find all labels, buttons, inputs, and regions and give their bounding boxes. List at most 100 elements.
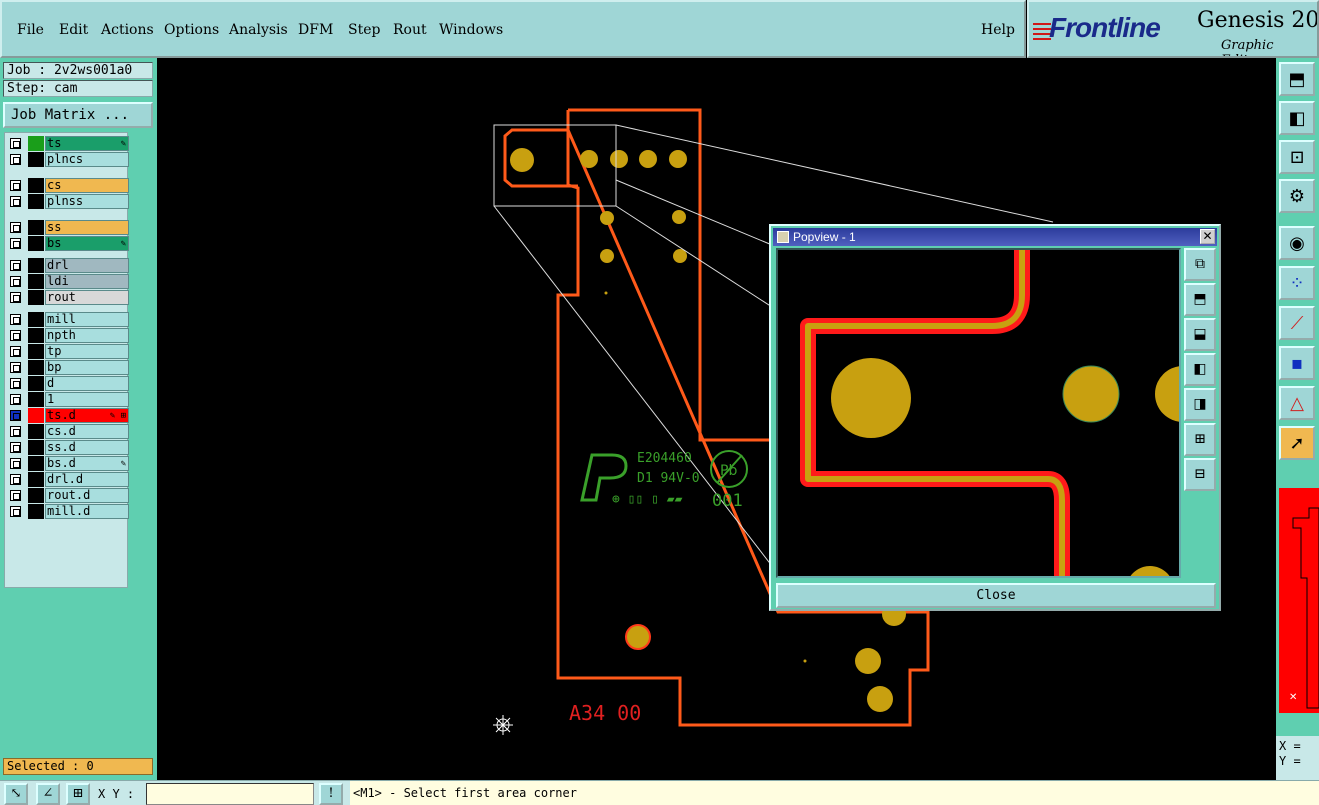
layer-row[interactable]: mill — [8, 312, 129, 327]
menu-edit[interactable]: Edit — [59, 22, 88, 38]
layer-checkbox[interactable] — [10, 490, 21, 501]
layer-color-swatch[interactable] — [28, 440, 44, 455]
net-icon[interactable]: ⁘ — [1279, 266, 1315, 300]
xy-input[interactable] — [146, 783, 314, 805]
menu-actions[interactable]: Actions — [101, 22, 154, 38]
menu-help[interactable]: Help — [981, 22, 1015, 38]
layer-row[interactable]: rout.d — [8, 488, 129, 503]
layer-name[interactable]: mill.d — [45, 504, 129, 519]
layer-down-icon[interactable]: ◧ — [1279, 101, 1315, 135]
pad-icon[interactable]: ▪ — [1279, 346, 1315, 380]
layer-color-swatch[interactable] — [28, 488, 44, 503]
popview-zoom-view[interactable] — [776, 248, 1181, 578]
layer-name[interactable]: ts ✎ — [45, 136, 129, 151]
layer-color-swatch[interactable] — [28, 274, 44, 289]
layer-color-swatch[interactable] — [28, 392, 44, 407]
layer-name[interactable]: rout — [45, 290, 129, 305]
layer-name[interactable]: ts.d ✎ ⊞ — [45, 408, 129, 423]
layer-checkbox[interactable] — [10, 410, 21, 421]
layer-color-swatch[interactable] — [28, 220, 44, 235]
layer-checkbox[interactable] — [10, 238, 21, 249]
layer-name[interactable]: plnss — [45, 194, 129, 209]
job-matrix-button[interactable]: Job Matrix ... — [3, 102, 153, 128]
menu-options[interactable]: Options — [164, 22, 219, 38]
layer-row[interactable]: cs.d — [8, 424, 129, 439]
layer-name[interactable]: bs ✎ — [45, 236, 129, 251]
layer-color-swatch[interactable] — [28, 312, 44, 327]
layer-row[interactable]: bs ✎ — [8, 236, 129, 251]
menu-analysis[interactable]: Analysis — [229, 22, 288, 38]
layer-name[interactable]: ldi — [45, 274, 129, 289]
layer-row[interactable]: bs.d ✎ — [8, 456, 129, 471]
zoom-in-icon[interactable]: ⊞ — [1184, 423, 1216, 456]
layer-row[interactable]: plncs — [8, 152, 129, 167]
pan-up-icon[interactable]: ⬒ — [1184, 283, 1216, 316]
layer-checkbox[interactable] — [10, 180, 21, 191]
drc-icon[interactable]: △ — [1279, 386, 1315, 420]
grid-icon[interactable]: ⊞ — [66, 783, 90, 805]
menu-file[interactable]: File — [17, 22, 44, 38]
layer-checkbox[interactable] — [10, 378, 21, 389]
popview-window[interactable]: Popview - 1 ✕ ⧉ ⬒ ⬓ ◧ ◨ ⊞ ⊟ Close — [769, 224, 1221, 611]
layer-checkbox[interactable] — [10, 222, 21, 233]
layer-checkbox[interactable] — [10, 426, 21, 437]
layer-checkbox[interactable] — [10, 292, 21, 303]
layer-row[interactable]: ss — [8, 220, 129, 235]
layer-row[interactable]: ts ✎ — [8, 136, 129, 151]
layer-checkbox[interactable] — [10, 260, 21, 271]
layer-color-swatch[interactable] — [28, 504, 44, 519]
layer-row[interactable]: mill.d — [8, 504, 129, 519]
layer-row[interactable]: drl.d — [8, 472, 129, 487]
layer-color-swatch[interactable] — [28, 344, 44, 359]
layer-color-swatch[interactable] — [28, 328, 44, 343]
layer-name[interactable]: bs.d ✎ — [45, 456, 129, 471]
layer-checkbox[interactable] — [10, 346, 21, 357]
layer-up-icon[interactable]: ⬒ — [1279, 62, 1315, 96]
layer-color-swatch[interactable] — [28, 152, 44, 167]
layer-checkbox[interactable] — [10, 394, 21, 405]
layer-checkbox[interactable] — [10, 314, 21, 325]
layer-checkbox[interactable] — [10, 442, 21, 453]
layer-checkbox[interactable] — [10, 458, 21, 469]
layer-row[interactable]: tp — [8, 344, 129, 359]
layer-checkbox[interactable] — [10, 330, 21, 341]
layer-name[interactable]: rout.d — [45, 488, 129, 503]
layer-name[interactable]: bp — [45, 360, 129, 375]
layer-color-swatch[interactable] — [28, 424, 44, 439]
zoom-out-icon[interactable]: ⊟ — [1184, 458, 1216, 491]
pan-down-icon[interactable]: ⬓ — [1184, 318, 1216, 351]
menu-windows[interactable]: Windows — [439, 22, 503, 38]
layer-color-swatch[interactable] — [28, 236, 44, 251]
layer-checkbox[interactable] — [10, 196, 21, 207]
layer-name[interactable]: cs — [45, 178, 129, 193]
layer-row[interactable]: ldi — [8, 274, 129, 289]
layer-row[interactable]: bp — [8, 360, 129, 375]
layer-color-swatch[interactable] — [28, 290, 44, 305]
layer-checkbox[interactable] — [10, 506, 21, 517]
layer-checkbox[interactable] — [10, 362, 21, 373]
layer-color-swatch[interactable] — [28, 258, 44, 273]
layer-checkbox[interactable] — [10, 154, 21, 165]
layer-row[interactable]: plnss — [8, 194, 129, 209]
layer-name[interactable]: npth — [45, 328, 129, 343]
layer-color-swatch[interactable] — [28, 376, 44, 391]
angle-icon[interactable]: ∠ — [36, 783, 60, 805]
layer-name[interactable]: tp — [45, 344, 129, 359]
pointer-icon[interactable]: ➚ — [1279, 426, 1315, 460]
layer-checkbox[interactable] — [10, 276, 21, 287]
line-icon[interactable]: ⟋ — [1279, 306, 1315, 340]
board-thumbnail[interactable]: ✕ — [1279, 488, 1319, 713]
layer-checkbox[interactable] — [10, 474, 21, 485]
zoom-fit-icon[interactable]: ⊡ — [1279, 140, 1315, 174]
pan-left-icon[interactable]: ◧ — [1184, 353, 1216, 386]
layer-name[interactable]: drl — [45, 258, 129, 273]
measure-icon[interactable]: ⚙ — [1279, 179, 1315, 213]
layer-row[interactable]: ss.d — [8, 440, 129, 455]
popview-titlebar[interactable]: Popview - 1 ✕ — [773, 228, 1217, 246]
resize-icon[interactable]: ⤡ — [4, 783, 28, 805]
zoom-window-icon[interactable]: ⧉ — [1184, 248, 1216, 281]
menu-step[interactable]: Step — [348, 22, 380, 38]
layer-row[interactable]: 1 — [8, 392, 129, 407]
close-icon[interactable]: ✕ — [1200, 229, 1215, 244]
layer-color-swatch[interactable] — [28, 178, 44, 193]
